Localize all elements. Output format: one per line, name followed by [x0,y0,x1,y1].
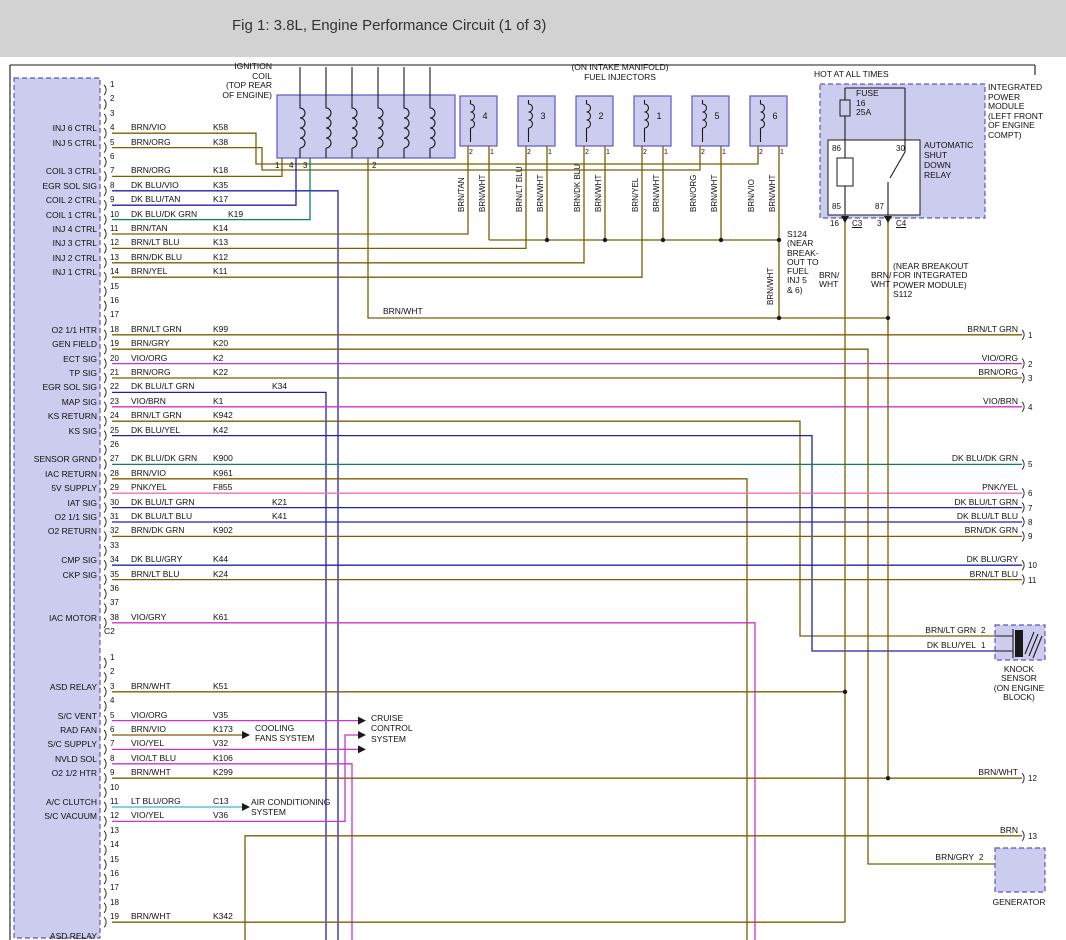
wiring-svg [0,0,1066,940]
figure-header: Fig 1: 3.8L, Engine Performance Circuit … [0,0,1066,57]
wiring-diagram-page: 1234567891011121314151617181920212223242… [0,0,1066,940]
figure-title: Fig 1: 3.8L, Engine Performance Circuit … [232,17,546,34]
